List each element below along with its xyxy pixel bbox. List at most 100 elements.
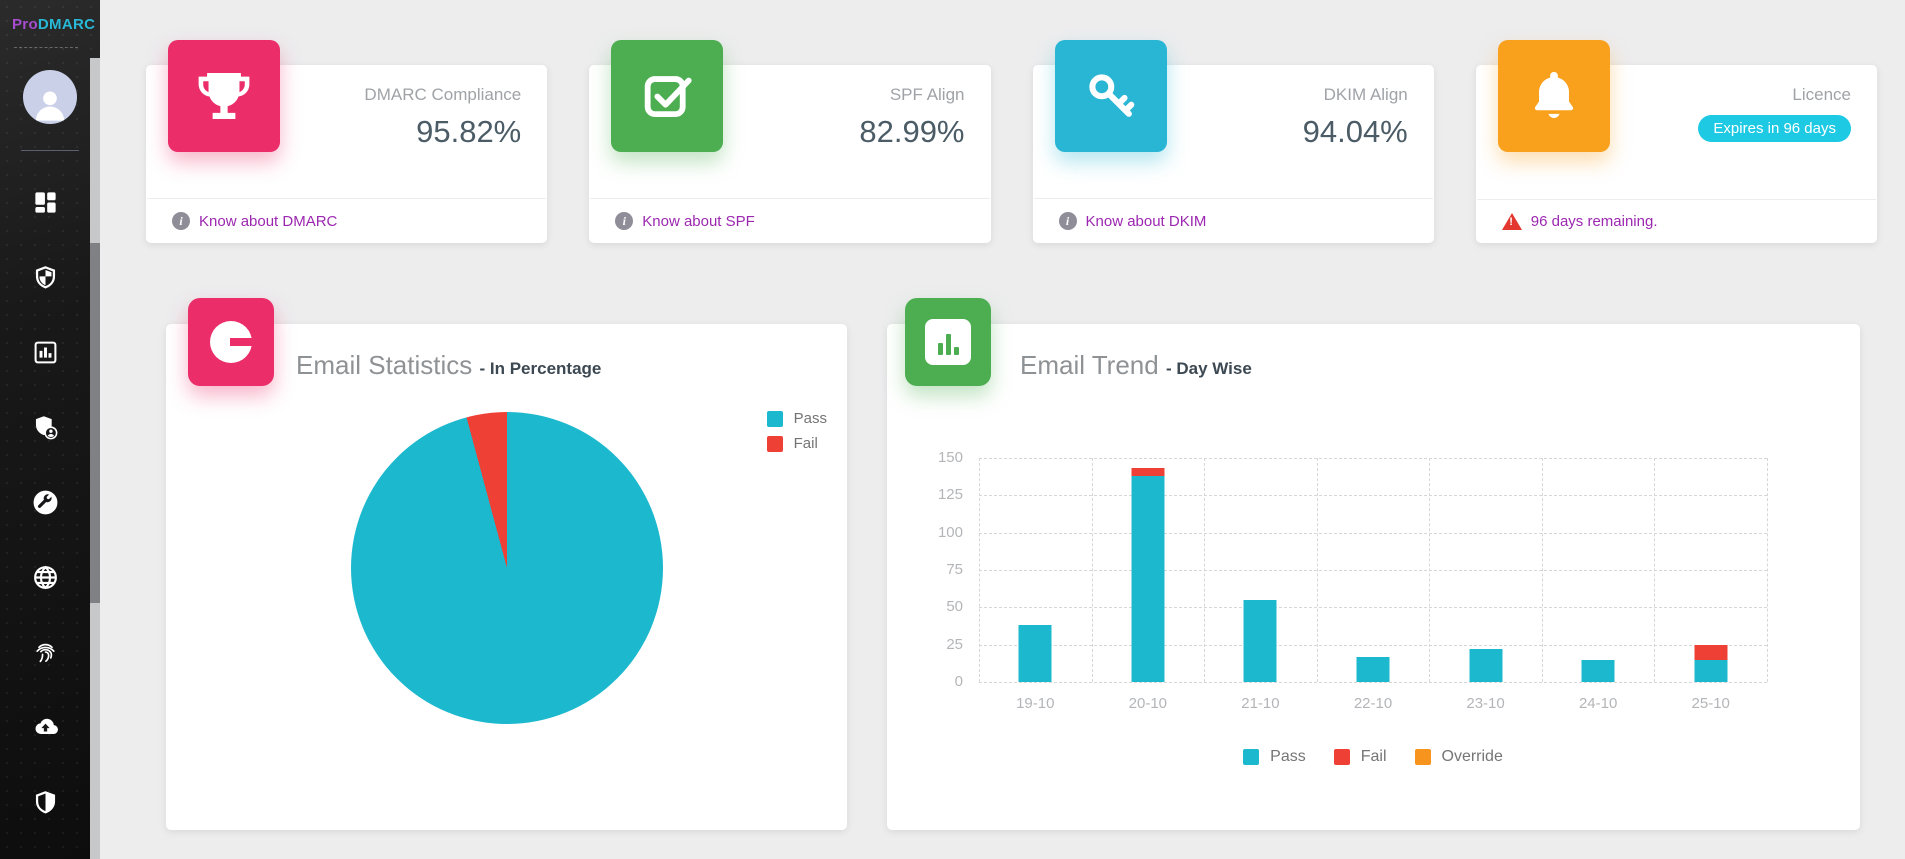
- logo-text-pro: Pro: [12, 16, 38, 33]
- gridline: [1429, 458, 1430, 682]
- bar-segment-pass: [1582, 660, 1615, 682]
- bar-segment-pass: [1694, 660, 1727, 682]
- legend-item-fail[interactable]: Fail: [1334, 748, 1387, 766]
- legend-item-pass[interactable]: Pass: [1243, 748, 1306, 766]
- gridline: [979, 533, 1767, 534]
- sidebar-item-forensics[interactable]: [31, 638, 59, 666]
- bar-22-10[interactable]: [1357, 657, 1390, 682]
- stat-value: 95.82%: [286, 114, 521, 150]
- sidebar-item-user-security[interactable]: [31, 413, 59, 441]
- dmarc-tile: [168, 40, 280, 152]
- bar-segment-pass: [1244, 600, 1277, 682]
- bar-chart-tile: [905, 298, 991, 386]
- bar-chart-icon: [925, 319, 971, 365]
- divider: [14, 47, 78, 48]
- sidebar-item-reports[interactable]: [31, 338, 59, 366]
- globe-icon: [32, 564, 59, 591]
- x-axis-tick: 19-10: [1016, 695, 1054, 712]
- legend-item-pass[interactable]: Pass: [767, 410, 827, 427]
- gridline: [979, 458, 1767, 459]
- x-axis-tick: 21-10: [1241, 695, 1279, 712]
- y-axis-tick: 150: [923, 449, 963, 466]
- legend-label: Pass: [794, 410, 827, 427]
- tools-icon: [32, 489, 59, 516]
- licence-tile: [1498, 40, 1610, 152]
- dashboard-icon: [32, 189, 59, 216]
- y-axis-tick: 75: [923, 561, 963, 578]
- bell-icon: [1525, 67, 1583, 125]
- bar-24-10[interactable]: [1582, 660, 1615, 682]
- legend-label: Pass: [1270, 748, 1306, 766]
- link-label: Know about SPF: [642, 213, 755, 230]
- sidebar-item-dashboard[interactable]: [31, 188, 59, 216]
- gridline: [979, 682, 1767, 683]
- user-shield-icon: [32, 414, 59, 441]
- check-square-icon: [638, 67, 696, 125]
- spf-tile: [611, 40, 723, 152]
- link-label: Know about DMARC: [199, 213, 337, 230]
- x-axis-tick: 22-10: [1354, 695, 1392, 712]
- gridline: [1654, 458, 1655, 682]
- sidebar: ProDMARC: [0, 0, 100, 859]
- bar-21-10[interactable]: [1244, 600, 1277, 682]
- sidebar-item-upload[interactable]: [31, 713, 59, 741]
- y-axis-tick: 0: [923, 673, 963, 690]
- gridline: [1092, 458, 1093, 682]
- y-axis-tick: 50: [923, 598, 963, 615]
- warning-label: 96 days remaining.: [1531, 213, 1658, 230]
- legend-item-override[interactable]: Override: [1415, 748, 1503, 766]
- legend-swatch: [1334, 749, 1350, 765]
- pie-chart-icon: [210, 321, 252, 363]
- y-axis-tick: 125: [923, 486, 963, 503]
- cloud-upload-icon: [32, 714, 59, 741]
- gridline: [1317, 458, 1318, 682]
- title-text: Email Trend: [1020, 350, 1159, 380]
- subtitle-text: - In Percentage: [480, 359, 602, 378]
- gridline: [1767, 458, 1768, 682]
- stat-value: 82.99%: [729, 114, 964, 150]
- user-avatar[interactable]: [23, 70, 77, 124]
- know-about-dmarc-link[interactable]: i Know about DMARC: [146, 199, 547, 243]
- legend-item-fail[interactable]: Fail: [767, 435, 827, 452]
- bar-19-10[interactable]: [1019, 625, 1052, 682]
- know-about-spf-link[interactable]: i Know about SPF: [589, 199, 990, 243]
- info-icon: i: [1059, 212, 1077, 230]
- sidebar-item-tools[interactable]: [31, 488, 59, 516]
- email-trend-card: Email Trend - Day Wise 02550751001251501…: [887, 324, 1860, 830]
- licence-warning: 96 days remaining.: [1476, 200, 1877, 243]
- scrollbar-thumb[interactable]: [90, 243, 100, 603]
- bar-segment-pass: [1469, 649, 1502, 682]
- gridline: [979, 645, 1767, 646]
- bar-segment-pass: [1019, 625, 1052, 682]
- card-spf-align: SPF Align 82.99% i Know about SPF: [589, 65, 990, 243]
- stat-label: DMARC Compliance: [286, 85, 521, 105]
- info-icon: i: [615, 212, 633, 230]
- know-about-dkim-link[interactable]: i Know about DKIM: [1033, 199, 1434, 243]
- bar-20-10[interactable]: [1131, 468, 1164, 682]
- dkim-tile: [1055, 40, 1167, 152]
- gridline: [979, 458, 980, 682]
- bar-segment-fail: [1131, 468, 1164, 475]
- licence-expiry-badge: Expires in 96 days: [1698, 115, 1851, 142]
- pie-chart-tile: [188, 298, 274, 386]
- sidebar-item-security[interactable]: [31, 788, 59, 816]
- pie-legend: Pass Fail: [767, 410, 827, 452]
- logo-text-dmarc: DMARC: [38, 16, 95, 33]
- legend-swatch: [1415, 749, 1431, 765]
- bar-legend: Pass Fail Override: [979, 748, 1767, 766]
- x-axis-tick: 23-10: [1466, 695, 1504, 712]
- app-logo[interactable]: ProDMARC: [0, 0, 100, 33]
- sidebar-scrollbar[interactable]: [90, 58, 100, 859]
- gridline: [1542, 458, 1543, 682]
- sidebar-item-protection[interactable]: [31, 263, 59, 291]
- pie-chart[interactable]: [351, 412, 663, 724]
- info-icon: i: [172, 212, 190, 230]
- bar-25-10[interactable]: [1694, 645, 1727, 682]
- bar-23-10[interactable]: [1469, 649, 1502, 682]
- legend-swatch: [767, 436, 783, 452]
- y-axis-tick: 100: [923, 524, 963, 541]
- shield-icon: [32, 264, 59, 291]
- sidebar-item-domains[interactable]: [31, 563, 59, 591]
- bar-segment-fail: [1694, 645, 1727, 660]
- gridline: [1204, 458, 1205, 682]
